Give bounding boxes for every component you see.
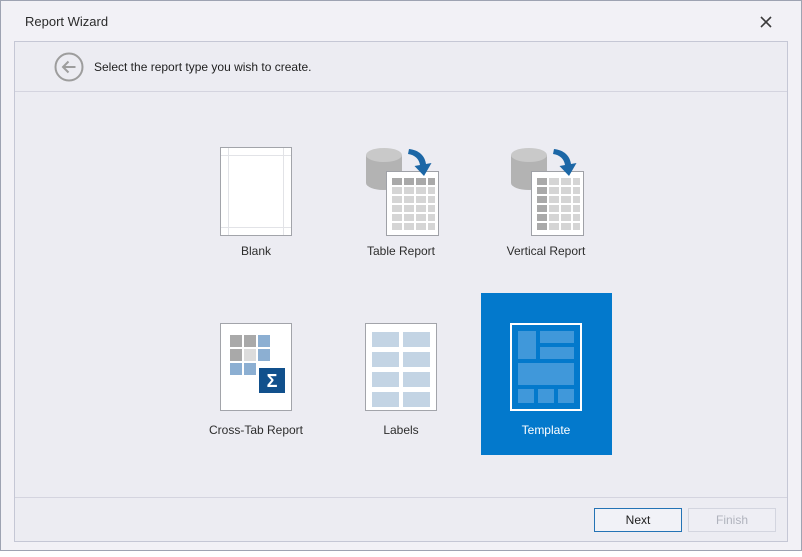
tile-labels[interactable]: Labels <box>336 293 467 455</box>
report-wizard-dialog: Report Wizard Select the report type you… <box>0 0 802 551</box>
next-button[interactable]: Next <box>594 507 682 532</box>
labels-icon <box>365 323 437 411</box>
window-title: Report Wizard <box>25 13 109 29</box>
tile-label: Table Report <box>366 244 436 258</box>
blank-page-icon <box>220 145 292 237</box>
tile-label: Labels <box>383 423 419 437</box>
vertical-report-icon <box>507 145 585 237</box>
back-button[interactable] <box>54 52 84 82</box>
wizard-panel: Select the report type you wish to creat… <box>14 41 788 542</box>
sigma-icon: Σ <box>267 371 278 391</box>
tile-template[interactable]: Template <box>480 293 612 455</box>
template-icon <box>510 323 582 411</box>
cross-tab-icon: Σ <box>220 323 292 411</box>
report-type-list: Blank Table Report Vertical Report Σ Cro… <box>15 92 787 497</box>
tile-blank[interactable]: Blank <box>191 145 322 259</box>
tile-table-report[interactable]: Table Report <box>336 145 467 259</box>
tile-label: Template <box>521 423 571 437</box>
close-button[interactable] <box>755 11 777 33</box>
titlebar[interactable]: Report Wizard <box>1 1 801 41</box>
wizard-header: Select the report type you wish to creat… <box>15 42 787 92</box>
tile-label: Blank <box>240 244 272 258</box>
table-report-icon <box>362 145 440 237</box>
tile-label: Vertical Report <box>506 244 586 258</box>
wizard-footer: Next Finish <box>15 497 787 541</box>
close-icon <box>760 16 772 28</box>
instruction-text: Select the report type you wish to creat… <box>94 59 312 74</box>
finish-button[interactable]: Finish <box>688 507 776 532</box>
tile-row-1: Blank Table Report Vertical Report <box>191 145 612 259</box>
back-arrow-icon <box>61 60 76 73</box>
tile-label: Cross-Tab Report <box>208 423 304 437</box>
tile-vertical-report[interactable]: Vertical Report <box>481 145 612 259</box>
tile-cross-tab-report[interactable]: Σ Cross-Tab Report <box>191 293 322 455</box>
tile-row-2: Σ Cross-Tab Report Labels Template <box>191 293 612 455</box>
